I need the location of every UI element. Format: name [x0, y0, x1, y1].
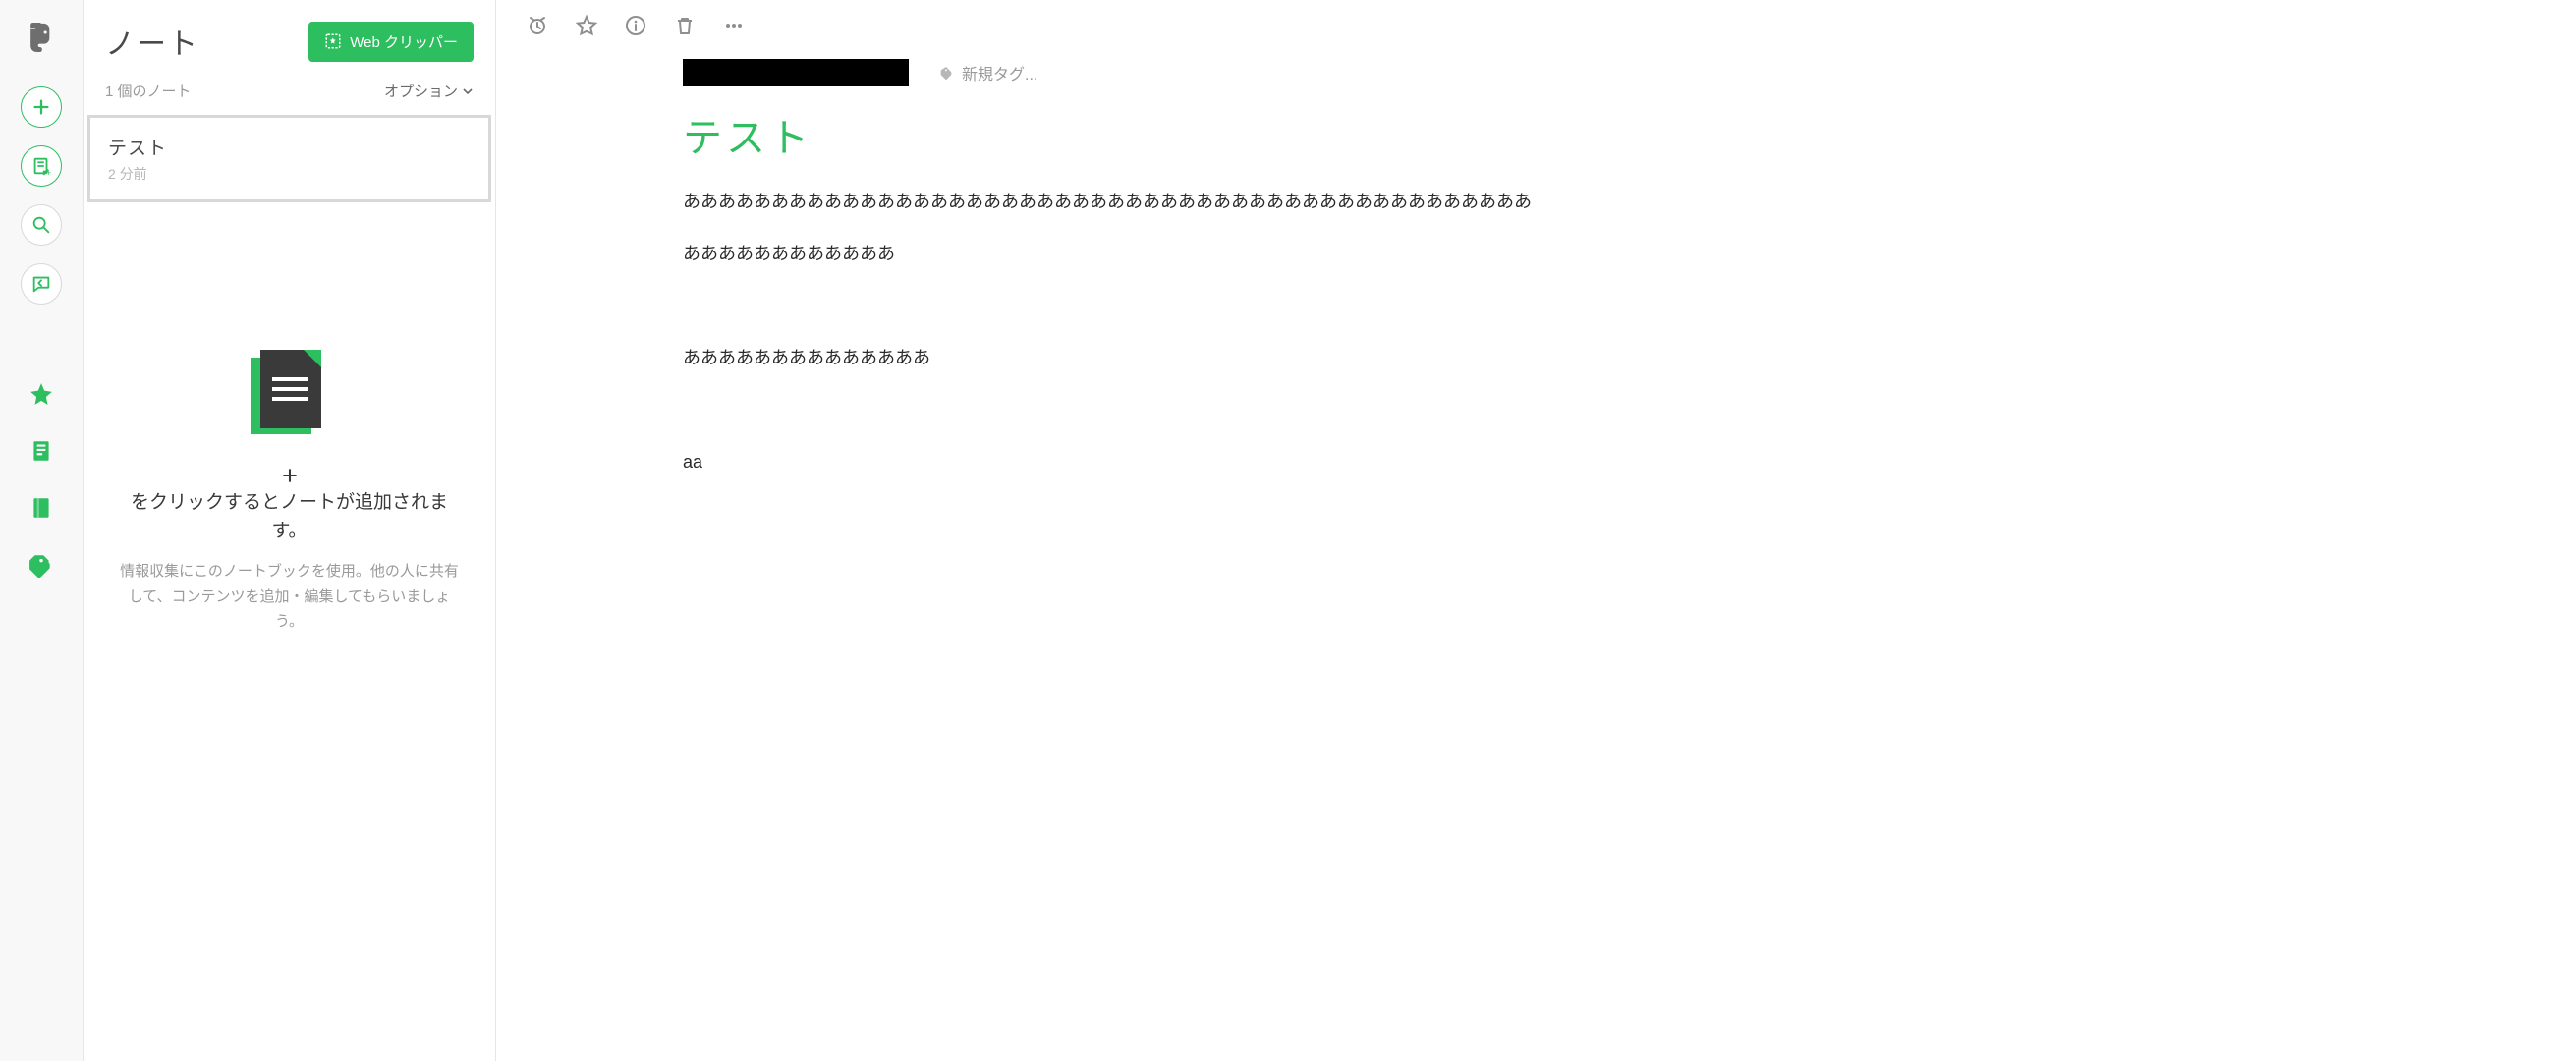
empty-heading-text: をクリックするとノートが追加されます。	[119, 489, 460, 545]
list-heading: ノート	[105, 20, 199, 63]
notes-icon-button[interactable]: +	[21, 145, 62, 187]
note-count-label: 1 個のノート	[105, 81, 192, 101]
work-chat-button[interactable]	[21, 263, 62, 305]
all-notes-icon[interactable]	[28, 438, 54, 464]
note-meta-row: 新規タグ...	[496, 51, 2576, 106]
note-content[interactable]: ああああああああああああああああああああああああああああああああああああああああ…	[683, 189, 2547, 475]
note-list-item[interactable]: テスト 2 分前	[87, 115, 491, 202]
list-header: ノート Web クリッパー	[84, 0, 495, 73]
tag-icon	[938, 65, 954, 81]
note-illustration-icon	[251, 350, 329, 438]
note-body[interactable]: テスト ああああああああああああああああああああああああああああああああああああ…	[496, 106, 2576, 530]
note-item-title: テスト	[108, 134, 471, 160]
left-rail: +	[0, 0, 84, 1061]
web-clipper-button[interactable]: Web クリッパー	[308, 22, 474, 62]
shortcut-star-icon[interactable]	[575, 14, 598, 37]
info-icon[interactable]	[624, 14, 647, 37]
notebook-selector-redacted[interactable]	[683, 59, 909, 86]
note-paragraph[interactable]: ああああああああああああああ	[683, 345, 2547, 371]
new-note-button[interactable]	[21, 86, 62, 128]
notebooks-icon[interactable]	[28, 495, 54, 521]
note-item-time: 2 分前	[108, 164, 471, 184]
search-button[interactable]	[21, 204, 62, 246]
note-paragraph[interactable]: aa	[683, 449, 2547, 475]
note-paragraph[interactable]: ああああああああああああ	[683, 241, 2547, 267]
svg-text:+: +	[46, 168, 51, 177]
editor-panel: 新規タグ... テスト ああああああああああああああああああああああああああああ…	[496, 0, 2576, 1061]
more-icon[interactable]	[722, 14, 746, 37]
note-paragraph[interactable]	[683, 397, 2547, 423]
note-paragraph[interactable]: ああああああああああああああああああああああああああああああああああああああああ…	[683, 189, 2547, 215]
empty-body-text: 情報収集にこのノートブックを使用。他の人に共有して、コンテンツを追加・編集しても…	[119, 559, 460, 635]
shortcuts-star-icon[interactable]	[28, 381, 54, 407]
tag-placeholder: 新規タグ...	[962, 61, 1037, 84]
plus-icon	[280, 466, 300, 485]
note-list-panel: ノート Web クリッパー 1 個のノート オプション テスト 2 分前 をクリ…	[84, 0, 496, 1061]
list-options-dropdown[interactable]: オプション	[384, 81, 474, 101]
note-title[interactable]: テスト	[683, 106, 2547, 163]
list-options-label: オプション	[384, 81, 458, 101]
chevron-down-icon	[462, 85, 474, 97]
evernote-logo-icon[interactable]	[22, 18, 61, 57]
trash-icon[interactable]	[673, 14, 697, 37]
web-clipper-label: Web クリッパー	[350, 31, 458, 52]
list-subheader: 1 個のノート オプション	[84, 73, 495, 115]
empty-heading: をクリックするとノートが追加されます。	[119, 466, 460, 545]
empty-state: をクリックするとノートが追加されます。 情報収集にこのノートブックを使用。他の人…	[84, 350, 495, 635]
note-paragraph[interactable]	[683, 293, 2547, 319]
editor-toolbar	[496, 14, 2576, 51]
tag-input[interactable]: 新規タグ...	[938, 61, 1037, 84]
tags-icon[interactable]	[28, 552, 54, 578]
reminder-icon[interactable]	[526, 14, 549, 37]
